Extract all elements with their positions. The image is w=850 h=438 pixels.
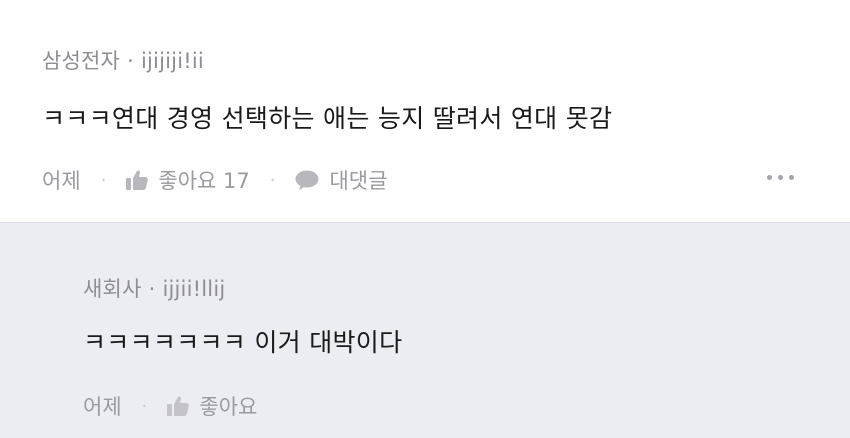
- speech-bubble-icon: [295, 170, 319, 191]
- reply-author-meta[interactable]: 새회사 · ijjii!llij: [83, 273, 225, 303]
- comment-time: 어제: [42, 169, 81, 193]
- more-dots-icon[interactable]: [767, 175, 794, 180]
- reply-comment: 새회사 · ijjii!llij ㅋㅋㅋㅋㅋㅋㅋ 이거 대박이다 어제 · 좋아요: [0, 222, 850, 438]
- action-separator: ·: [269, 169, 276, 191]
- comment-text: ㅋㅋㅋ연대 경영 선택하는 애는 능지 딸려서 연대 못감: [42, 104, 613, 133]
- more-dot: [789, 175, 794, 180]
- comment-company: 삼성전자: [42, 49, 121, 73]
- like-button[interactable]: 좋아요 17: [126, 165, 250, 195]
- meta-separator: ·: [148, 277, 156, 301]
- more-dot: [778, 175, 783, 180]
- comment-author-meta[interactable]: 삼성전자 · ijijiji!ii: [42, 45, 204, 75]
- reply-username: ijjii!llij: [162, 277, 226, 301]
- reply-time: 어제: [83, 395, 122, 419]
- reply-company: 새회사: [83, 277, 142, 301]
- meta-separator: ·: [127, 49, 134, 73]
- comment-username: ijijiji!ii: [140, 49, 204, 73]
- thumbs-up-icon: [167, 396, 190, 416]
- reply-like-button[interactable]: 좋아요: [167, 391, 257, 421]
- reply-button[interactable]: 대댓글: [295, 165, 387, 195]
- thumbs-up-icon: [126, 170, 149, 190]
- like-label: 좋아요 17: [158, 169, 250, 193]
- reply-actions: 어제 · 좋아요: [83, 391, 257, 421]
- reply-like-label: 좋아요: [199, 395, 258, 419]
- comment-actions: 어제 · 좋아요 17 · 대댓글: [42, 165, 387, 195]
- action-separator: ·: [100, 169, 107, 191]
- more-dot: [767, 175, 772, 180]
- reply-text: ㅋㅋㅋㅋㅋㅋㅋ 이거 대박이다: [83, 328, 403, 357]
- action-separator: ·: [141, 395, 148, 417]
- comment: 삼성전자 · ijijiji!ii ㅋㅋㅋ연대 경영 선택하는 애는 능지 딸려서 …: [0, 0, 850, 222]
- reply-label: 대댓글: [329, 169, 388, 193]
